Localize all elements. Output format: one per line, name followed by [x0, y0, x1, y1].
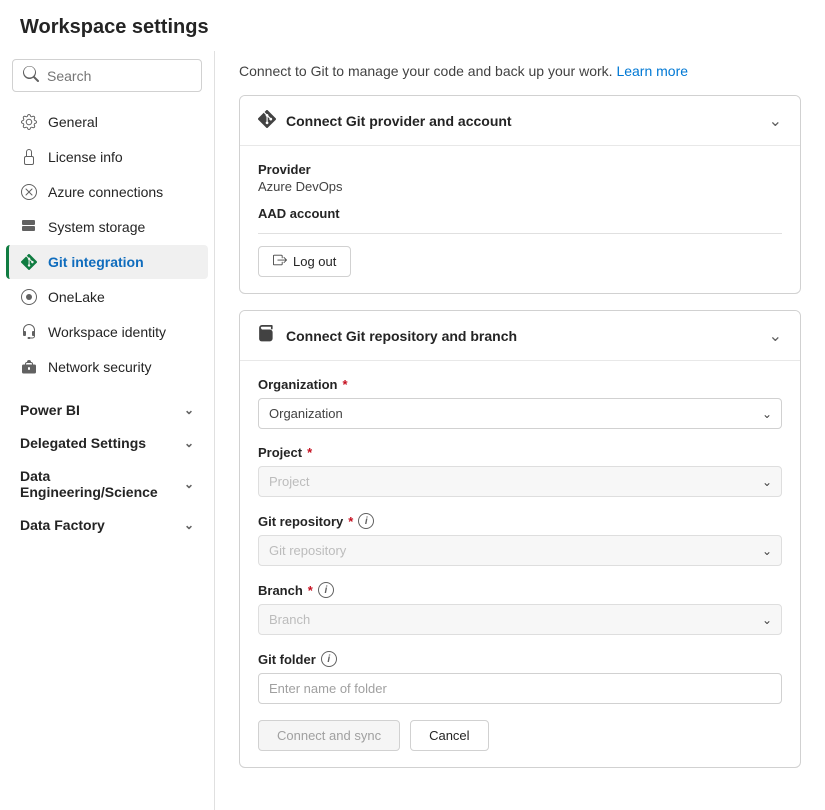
git-folder-info-icon[interactable]: i	[321, 651, 337, 667]
search-input[interactable]	[47, 68, 191, 84]
git-provider-card-body: Provider Azure DevOps AAD account Log ou…	[240, 146, 800, 293]
branch-select[interactable]: Branch	[258, 604, 782, 635]
cancel-button[interactable]: Cancel	[410, 720, 488, 751]
onelake-icon	[20, 288, 38, 306]
search-icon	[23, 66, 39, 85]
workspace-identity-icon	[20, 323, 38, 341]
sidebar-item-label-git: Git integration	[48, 254, 144, 270]
sidebar-item-git-integration[interactable]: Git integration	[6, 245, 208, 279]
aad-label: AAD account	[258, 206, 782, 221]
git-repo-card-title: Connect Git repository and branch	[286, 328, 517, 344]
organization-select[interactable]: Organization	[258, 398, 782, 429]
sidebar-item-label-workspace-identity: Workspace identity	[48, 324, 166, 340]
main-panel: Connect to Git to manage your code and b…	[215, 51, 825, 810]
git-provider-card-title-group: Connect Git provider and account	[258, 110, 512, 131]
sidebar-item-license-info[interactable]: License info	[6, 140, 208, 174]
git-folder-label: Git folder i	[258, 651, 782, 667]
branch-select-wrapper: Branch ⌄	[258, 604, 782, 635]
git-repository-select[interactable]: Git repository	[258, 535, 782, 566]
sidebar-item-label-onelake: OneLake	[48, 289, 105, 305]
panel-description: Connect to Git to manage your code and b…	[239, 63, 616, 79]
search-box[interactable]	[12, 59, 202, 92]
section-data-eng-label: Data Engineering/Science	[20, 468, 184, 500]
organization-select-wrapper: Organization ⌄	[258, 398, 782, 429]
sidebar-item-network-security[interactable]: Network security	[6, 350, 208, 384]
provider-value: Azure DevOps	[258, 179, 782, 194]
git-folder-group: Git folder i	[258, 651, 782, 704]
section-data-engineering[interactable]: Data Engineering/Science ⌄	[6, 460, 208, 508]
connect-sync-button[interactable]: Connect and sync	[258, 720, 400, 751]
organization-required-star: *	[342, 377, 347, 392]
git-repo-card-body: Organization * Organization ⌄	[240, 361, 800, 767]
nav-sections: Power BI ⌄ Delegated Settings ⌄ Data Eng…	[0, 393, 214, 542]
network-security-icon	[20, 358, 38, 376]
project-label: Project *	[258, 445, 782, 460]
git-repository-select-wrapper: Git repository ⌄	[258, 535, 782, 566]
section-data-factory-label: Data Factory	[20, 517, 105, 533]
git-repository-required-star: *	[348, 514, 353, 529]
power-bi-chevron-icon: ⌄	[184, 403, 194, 417]
git-repository-info-icon[interactable]: i	[358, 513, 374, 529]
git-provider-collapse-btn[interactable]: ⌄	[769, 111, 782, 131]
section-delegated-label: Delegated Settings	[20, 435, 146, 451]
sidebar-item-workspace-identity[interactable]: Workspace identity	[6, 315, 208, 349]
logout-label: Log out	[293, 254, 336, 269]
sidebar-item-label-azure: Azure connections	[48, 184, 163, 200]
project-required-star: *	[307, 445, 312, 460]
sidebar-item-azure-connections[interactable]: Azure connections	[6, 175, 208, 209]
data-factory-chevron-icon: ⌄	[184, 518, 194, 532]
section-data-factory[interactable]: Data Factory ⌄	[6, 509, 208, 541]
git-repo-card-header: Connect Git repository and branch ⌄	[240, 311, 800, 361]
card1-divider	[258, 233, 782, 234]
git-folder-input[interactable]	[258, 673, 782, 704]
sidebar-item-label-network: Network security	[48, 359, 151, 375]
git-provider-icon	[258, 110, 276, 131]
general-icon	[20, 113, 38, 131]
organization-label: Organization *	[258, 377, 782, 392]
panel-header: Connect to Git to manage your code and b…	[239, 51, 801, 95]
system-storage-icon	[20, 218, 38, 236]
git-repository-group: Git repository * i Git repository ⌄	[258, 513, 782, 566]
branch-label: Branch * i	[258, 582, 782, 598]
sidebar-item-label-general: General	[48, 114, 98, 130]
project-select-wrapper: Project ⌄	[258, 466, 782, 497]
section-delegated-settings[interactable]: Delegated Settings ⌄	[6, 427, 208, 459]
action-buttons: Connect and sync Cancel	[258, 720, 782, 751]
sidebar-item-label-license: License info	[48, 149, 123, 165]
git-repository-label: Git repository * i	[258, 513, 782, 529]
git-provider-card: Connect Git provider and account ⌄ Provi…	[239, 95, 801, 294]
organization-group: Organization * Organization ⌄	[258, 377, 782, 429]
delegated-chevron-icon: ⌄	[184, 436, 194, 450]
sidebar-item-onelake[interactable]: OneLake	[6, 280, 208, 314]
branch-required-star: *	[308, 583, 313, 598]
page-title: Workspace settings	[0, 0, 825, 51]
project-select[interactable]: Project	[258, 466, 782, 497]
logout-button[interactable]: Log out	[258, 246, 351, 277]
sidebar-item-label-storage: System storage	[48, 219, 145, 235]
sidebar-item-general[interactable]: General	[6, 105, 208, 139]
azure-connections-icon	[20, 183, 38, 201]
logout-icon	[273, 253, 287, 270]
section-power-bi[interactable]: Power BI ⌄	[6, 394, 208, 426]
git-repo-card-icon	[258, 325, 276, 346]
section-power-bi-label: Power BI	[20, 402, 80, 418]
provider-label: Provider	[258, 162, 782, 177]
git-repo-card: Connect Git repository and branch ⌄ Orga…	[239, 310, 801, 768]
git-repo-collapse-btn[interactable]: ⌄	[769, 326, 782, 346]
data-eng-chevron-icon: ⌄	[184, 477, 194, 491]
project-group: Project * Project ⌄	[258, 445, 782, 497]
git-integration-icon	[20, 253, 38, 271]
git-provider-card-title: Connect Git provider and account	[286, 113, 512, 129]
branch-info-icon[interactable]: i	[318, 582, 334, 598]
git-repo-card-title-group: Connect Git repository and branch	[258, 325, 517, 346]
sidebar: General License info Azure connections	[0, 51, 215, 810]
license-icon	[20, 148, 38, 166]
nav-items: General License info Azure connections	[0, 104, 214, 385]
sidebar-item-system-storage[interactable]: System storage	[6, 210, 208, 244]
git-provider-card-header: Connect Git provider and account ⌄	[240, 96, 800, 146]
learn-more-link[interactable]: Learn more	[616, 63, 688, 79]
branch-group: Branch * i Branch ⌄	[258, 582, 782, 635]
